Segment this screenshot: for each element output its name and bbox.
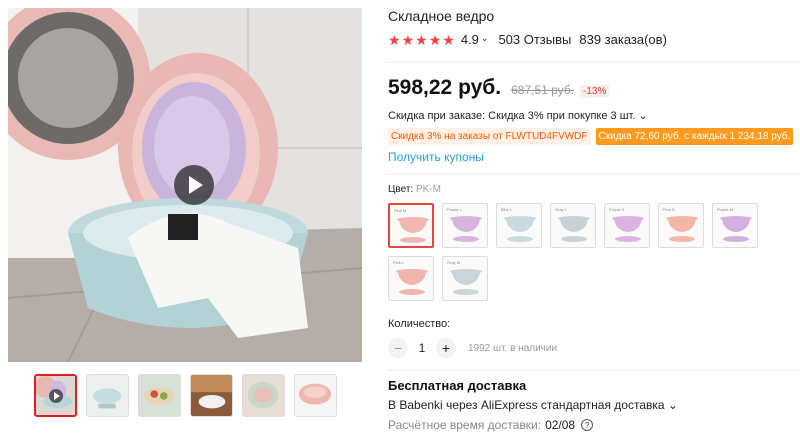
star-icon: ★ xyxy=(428,31,442,48)
decrease-quantity-button[interactable]: − xyxy=(388,338,408,358)
swatch-tag: Pink S xyxy=(663,207,675,212)
star-icon: ★ xyxy=(401,31,415,48)
swatch-tag: Purple L xyxy=(447,207,462,212)
current-price: 598,22 руб. xyxy=(388,76,502,99)
shipping-method-dropdown[interactable]: В Babenki через AliExpress стандартная д… xyxy=(388,398,678,412)
discount-badge: -13% xyxy=(580,85,610,98)
quantity-input[interactable]: 1 xyxy=(408,341,436,355)
divider xyxy=(388,370,800,371)
color-swatch[interactable]: Pink L xyxy=(388,256,434,301)
swatch-tag: Blue L xyxy=(501,207,513,212)
rating-row: ★ ★ ★ ★ ★ 4.9 ⌄ 503 Отзывы 839 заказа(ов… xyxy=(388,32,667,47)
color-label-text: Цвет: xyxy=(388,184,414,195)
chevron-down-icon[interactable]: ⌄ xyxy=(481,33,489,44)
color-swatch-list: Pink M Purple L Blue L Gray L Purple S Pink S… xyxy=(388,203,788,301)
swatch-tag: Purple M xyxy=(717,207,734,212)
basin-folded xyxy=(507,236,533,242)
reviews-link[interactable]: 503 Отзывы xyxy=(498,32,571,47)
thumbnail-3[interactable] xyxy=(138,374,181,417)
swatch-tag: Gray M xyxy=(447,260,461,265)
basin-folded xyxy=(669,236,695,242)
star-icon: ★ xyxy=(388,31,401,48)
color-swatch[interactable]: Blue L xyxy=(496,203,542,248)
order-discount-text: Скидка при заказе: Скидка 3% при покупке… xyxy=(388,110,636,122)
thumbnail-6[interactable] xyxy=(294,374,337,417)
select-coupon[interactable]: Скидка 72,60 руб. с каждых 1 234,18 руб. xyxy=(595,128,794,145)
basin-body xyxy=(452,218,480,232)
product-title: Складное ведро xyxy=(388,8,495,24)
delivery-time: Расчётное время доставки: 02/08 ? xyxy=(388,418,594,432)
price-row: 598,22 руб. 687,51 руб. -13% xyxy=(388,76,610,100)
thumbnail-image xyxy=(243,375,284,416)
chevron-down-icon: ⌄ xyxy=(667,398,678,412)
swatch-tag: Pink L xyxy=(393,260,405,265)
basin-folded xyxy=(615,236,641,242)
rating-value[interactable]: 4.9 xyxy=(461,32,479,47)
basin-body xyxy=(614,218,642,232)
color-swatch[interactable]: Purple M xyxy=(712,203,758,248)
star-rating: ★ ★ ★ ★ ★ xyxy=(388,33,455,47)
color-swatch[interactable]: Pink M xyxy=(388,203,434,248)
color-swatch[interactable]: Pink S xyxy=(658,203,704,248)
basin-folded xyxy=(723,236,749,242)
stock-count: 1992 шт. в наличии xyxy=(468,342,558,354)
swatch-tag: Pink M xyxy=(394,208,407,213)
swatch-tag: Purple S xyxy=(609,207,625,212)
basin-body xyxy=(452,271,480,285)
get-coupons-link[interactable]: Получить купоны xyxy=(388,150,484,164)
color-swatch[interactable]: Purple L xyxy=(442,203,488,248)
order-discount-dropdown[interactable]: Скидка при заказе: Скидка 3% при покупке… xyxy=(388,109,648,122)
star-icon: ★ xyxy=(415,31,428,48)
color-swatch[interactable]: Gray L xyxy=(550,203,596,248)
color-swatch[interactable]: Gray M xyxy=(442,256,488,301)
chevron-down-icon: ⌄ xyxy=(638,110,648,122)
star-icon: ★ xyxy=(442,31,455,48)
basin-folded xyxy=(400,237,426,243)
selected-color-value: PK-M xyxy=(415,184,441,195)
old-price: 687,51 руб. xyxy=(511,83,575,97)
color-label: Цвет: PK-M xyxy=(388,184,441,195)
thumbnail-1[interactable] xyxy=(34,374,77,417)
thumbnail-5[interactable] xyxy=(242,374,285,417)
quantity-label: Количество: xyxy=(388,318,451,330)
basin-folded xyxy=(399,289,425,295)
basin-body xyxy=(399,219,427,233)
help-icon[interactable]: ? xyxy=(581,419,594,431)
quantity-stepper: − 1 + 1992 шт. в наличии xyxy=(388,338,557,358)
thumbnail-image xyxy=(139,375,180,416)
thumbnail-image xyxy=(295,375,336,416)
basin-body xyxy=(668,218,696,232)
swatch-tag: Gray L xyxy=(555,207,568,212)
delivery-time-label: Расчётное время доставки: xyxy=(388,418,542,432)
basin-body xyxy=(398,271,426,285)
basin-folded xyxy=(453,289,479,295)
thumbnail-2[interactable] xyxy=(86,374,129,417)
thumbnail-4[interactable] xyxy=(190,374,233,417)
shipping-method-text: В Babenki через AliExpress стандартная д… xyxy=(388,398,665,412)
delivery-time-value: 02/08 xyxy=(545,418,576,432)
store-coupon[interactable]: Скидка 3% на заказы от FLWTUD4FVWDF xyxy=(388,128,591,145)
basin-folded xyxy=(561,236,587,242)
thumbnail-strip xyxy=(34,374,337,417)
orders-count: 839 заказа(ов) xyxy=(579,32,667,47)
play-video-button[interactable] xyxy=(174,165,214,205)
basin-body xyxy=(560,218,588,232)
play-icon xyxy=(189,176,203,194)
increase-quantity-button[interactable]: + xyxy=(436,338,456,358)
play-icon xyxy=(49,389,63,403)
basin-body xyxy=(506,218,534,232)
thumbnail-image xyxy=(87,375,128,416)
divider xyxy=(388,174,800,175)
basin-body xyxy=(722,218,750,232)
color-swatch[interactable]: Purple S xyxy=(604,203,650,248)
divider xyxy=(388,62,800,63)
thumbnail-image xyxy=(191,375,232,416)
shipping-title: Бесплатная доставка xyxy=(388,378,527,393)
product-main-image[interactable] xyxy=(8,8,362,362)
coupon-list: Скидка 3% на заказы от FLWTUD4FVWDF Скид… xyxy=(388,128,794,145)
basin-folded xyxy=(453,236,479,242)
